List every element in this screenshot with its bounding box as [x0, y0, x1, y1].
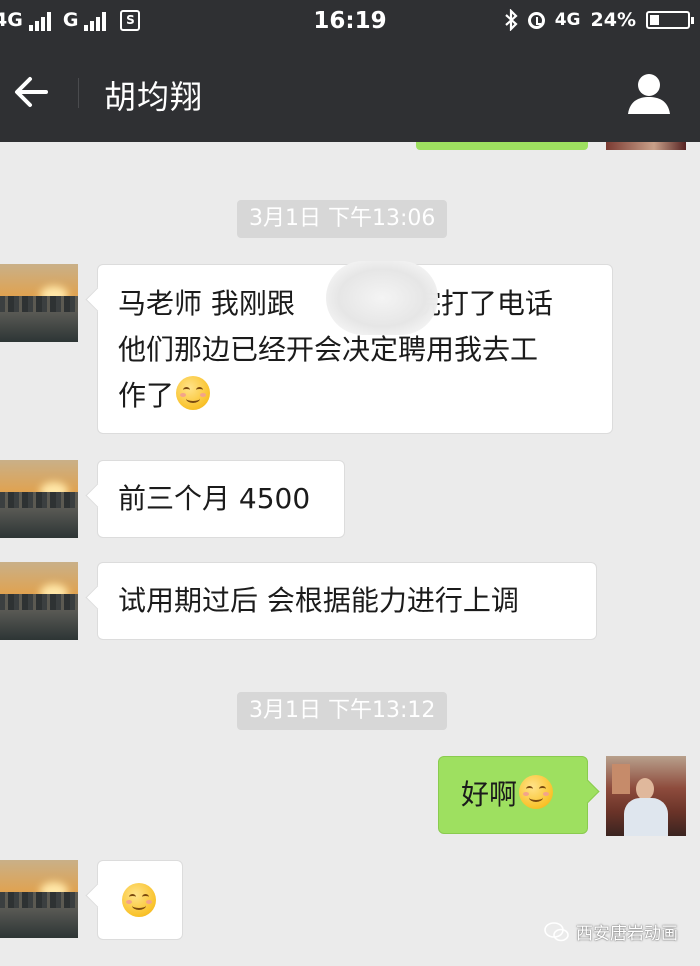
message-text: 作了: [118, 379, 175, 412]
smile-emoji-icon: [122, 883, 156, 917]
redacted-blur: [326, 261, 438, 335]
header-divider: [78, 78, 79, 108]
smile-emoji-icon: [519, 775, 554, 809]
timestamp: 3月1日 下午13:06: [237, 200, 448, 238]
network-type-3: 4G: [554, 10, 581, 30]
previous-outgoing-bubble[interactable]: [416, 142, 588, 150]
status-bar-right: 4G 24%: [504, 9, 694, 31]
message-text: 试用期过后 会根据能力进行上调: [118, 584, 519, 617]
previous-avatar[interactable]: [606, 142, 686, 150]
battery-icon: [646, 11, 694, 29]
message-bubble[interactable]: 前三个月 4500: [97, 460, 345, 538]
wechat-logo-icon: [544, 921, 569, 941]
chat-title: 胡均翔: [104, 78, 204, 116]
message-text: 马老师 我刚跟: [118, 287, 295, 320]
alarm-icon: [527, 11, 545, 29]
chat-header: 胡均翔: [0, 42, 700, 142]
contact-avatar[interactable]: [0, 860, 78, 938]
smile-emoji-icon: [176, 376, 211, 410]
status-bar: 4G G S 16:19 4G 24%: [0, 0, 700, 42]
timestamp: 3月1日 下午13:12: [237, 692, 448, 730]
contact-avatar[interactable]: [0, 460, 78, 538]
my-avatar[interactable]: [606, 756, 686, 836]
battery-percent: 24%: [590, 9, 636, 31]
profile-button[interactable]: [626, 70, 672, 116]
contact-avatar[interactable]: [0, 562, 78, 640]
back-arrow-icon: [15, 77, 48, 107]
message-text: 好啊: [461, 778, 518, 811]
watermark: 西安唐岩动画: [544, 919, 678, 944]
message-text: 前三个月 4500: [118, 482, 311, 515]
contact-avatar[interactable]: [0, 264, 78, 342]
outgoing-message-bubble[interactable]: 好啊: [438, 756, 588, 834]
chat-area[interactable]: 3月1日 下午13:06 马老师 我刚跟 院打了电话 他们那边已经开会决定聘用我去…: [0, 142, 700, 966]
message-bubble[interactable]: 马老师 我刚跟 院打了电话 他们那边已经开会决定聘用我去工 作了: [97, 261, 613, 434]
message-bubble[interactable]: 试用期过后 会根据能力进行上调: [97, 562, 597, 640]
watermark-text: 西安唐岩动画: [576, 924, 678, 944]
message-bubble[interactable]: [97, 860, 183, 940]
battery-fill: [650, 15, 659, 25]
back-button[interactable]: [10, 70, 54, 114]
profile-icon: [628, 74, 670, 114]
bluetooth-icon: [504, 9, 518, 31]
